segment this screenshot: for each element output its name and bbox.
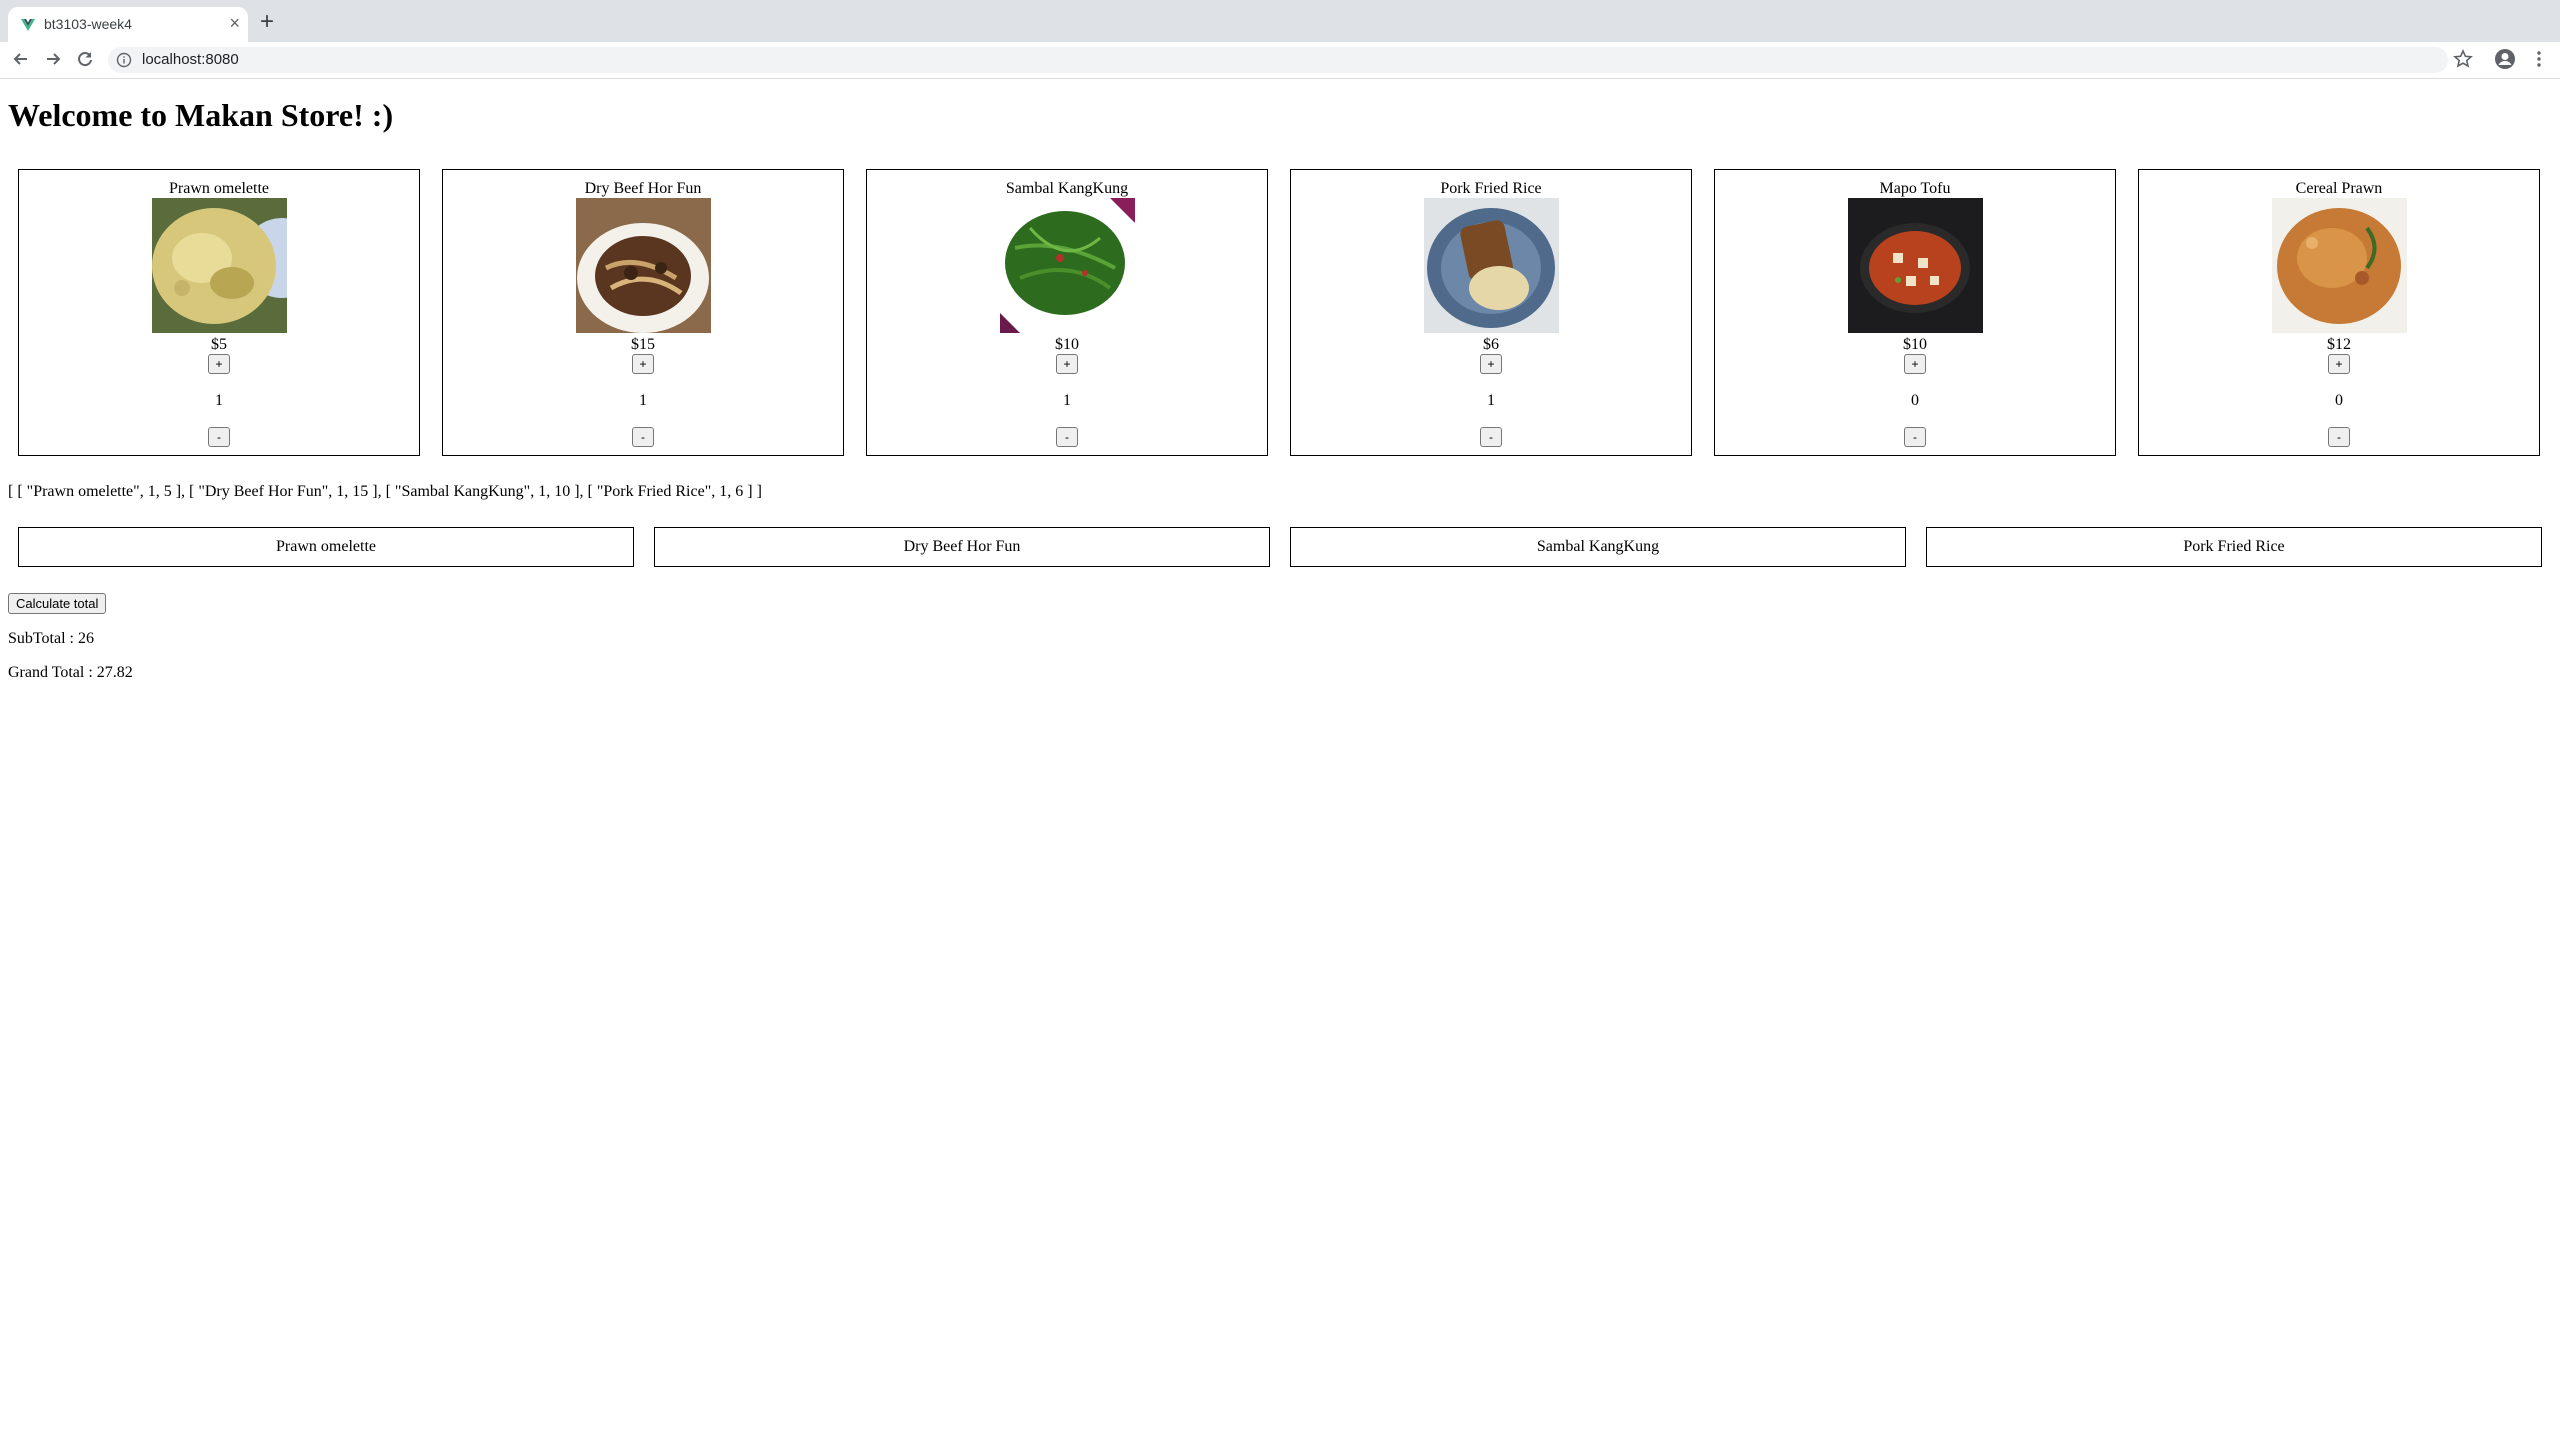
decrease-qty-button[interactable]: - — [632, 427, 654, 447]
new-tab-button[interactable]: + — [260, 10, 274, 34]
product-quantity: 1 — [639, 392, 647, 409]
cart-item: Sambal KangKung — [1290, 527, 1906, 567]
decrease-qty-button[interactable]: - — [1480, 427, 1502, 447]
product-image-cereal-prawn — [2272, 198, 2407, 333]
product-card-pork-fried-rice: Pork Fried Rice $6 + 1 - — [1290, 169, 1692, 456]
product-image-dry-beef-hor-fun — [576, 198, 711, 333]
increase-qty-button[interactable]: + — [1904, 354, 1926, 374]
product-list: Prawn omelette $5 + 1 - Dry Beef Hor Fun — [18, 169, 2542, 459]
product-price: $10 — [1055, 336, 1079, 353]
forward-arrow-icon[interactable] — [42, 48, 64, 70]
browser-tab-bar: bt3103-week4 × + — [0, 0, 2560, 42]
vue-logo-icon — [20, 17, 36, 33]
product-image-sambal-kangkung — [1000, 198, 1135, 333]
product-name: Mapo Tofu — [1879, 180, 1951, 197]
increase-qty-button[interactable]: + — [1480, 354, 1502, 374]
calculate-total-button[interactable]: Calculate total — [8, 593, 107, 614]
product-name: Prawn omelette — [169, 180, 269, 197]
product-image-mapo-tofu — [1848, 198, 1983, 333]
decrease-qty-button[interactable]: - — [2328, 427, 2350, 447]
close-tab-icon[interactable]: × — [229, 13, 240, 34]
address-bar[interactable]: localhost:8080 — [108, 47, 2448, 73]
bookmark-star-icon[interactable] — [2452, 48, 2474, 70]
increase-qty-button[interactable]: + — [208, 354, 230, 374]
product-image-pork-fried-rice — [1424, 198, 1559, 333]
decrease-qty-button[interactable]: - — [208, 427, 230, 447]
browser-toolbar: localhost:8080 — [0, 42, 2560, 79]
reload-icon[interactable] — [74, 48, 96, 70]
product-quantity: 0 — [2335, 392, 2343, 409]
subtotal-text: SubTotal : 26 — [8, 630, 94, 647]
product-name: Cereal Prawn — [2295, 180, 2383, 197]
product-card-mapo-tofu: Mapo Tofu $10 + 0 - — [1714, 169, 2116, 456]
increase-qty-button[interactable]: + — [632, 354, 654, 374]
back-arrow-icon[interactable] — [10, 48, 32, 70]
product-card-dry-beef-hor-fun: Dry Beef Hor Fun $15 + 1 - — [442, 169, 844, 456]
increase-qty-button[interactable]: + — [2328, 354, 2350, 374]
product-price: $5 — [211, 336, 227, 353]
decrease-qty-button[interactable]: - — [1056, 427, 1078, 447]
cart-item: Prawn omelette — [18, 527, 634, 567]
grand-total-text: Grand Total : 27.82 — [8, 664, 133, 681]
product-quantity: 1 — [215, 392, 223, 409]
product-quantity: 1 — [1487, 392, 1495, 409]
cart-array-text: [ [ "Prawn omelette", 1, 5 ], [ "Dry Bee… — [8, 483, 762, 500]
increase-qty-button[interactable]: + — [1056, 354, 1078, 374]
product-card-prawn-omelette: Prawn omelette $5 + 1 - — [18, 169, 420, 456]
cart-item: Pork Fried Rice — [1926, 527, 2542, 567]
product-price: $12 — [2327, 336, 2351, 353]
more-menu-icon[interactable] — [2530, 48, 2548, 70]
product-price: $10 — [1903, 336, 1927, 353]
cart-item: Dry Beef Hor Fun — [654, 527, 1270, 567]
product-quantity: 1 — [1063, 392, 1071, 409]
product-name: Sambal KangKung — [1005, 180, 1129, 197]
page-title: Welcome to Makan Store! :) — [8, 97, 394, 133]
product-image-prawn-omelette — [152, 198, 287, 333]
product-name: Dry Beef Hor Fun — [584, 180, 702, 197]
product-price: $6 — [1483, 336, 1499, 353]
cart-list: Prawn omelette Dry Beef Hor Fun Sambal K… — [18, 527, 2542, 569]
product-card-cereal-prawn: Cereal Prawn $12 + 0 - — [2138, 169, 2540, 456]
tab-title: bt3103-week4 — [44, 16, 132, 32]
product-price: $15 — [631, 336, 655, 353]
info-icon[interactable] — [116, 52, 132, 68]
browser-tab[interactable]: bt3103-week4 × — [8, 7, 248, 42]
product-card-sambal-kangkung: Sambal KangKung $10 + 1 - — [866, 169, 1268, 456]
url-text: localhost:8080 — [142, 51, 239, 68]
product-name: Pork Fried Rice — [1440, 180, 1542, 197]
decrease-qty-button[interactable]: - — [1904, 427, 1926, 447]
profile-avatar-icon[interactable] — [2493, 47, 2517, 71]
product-quantity: 0 — [1911, 392, 1919, 409]
